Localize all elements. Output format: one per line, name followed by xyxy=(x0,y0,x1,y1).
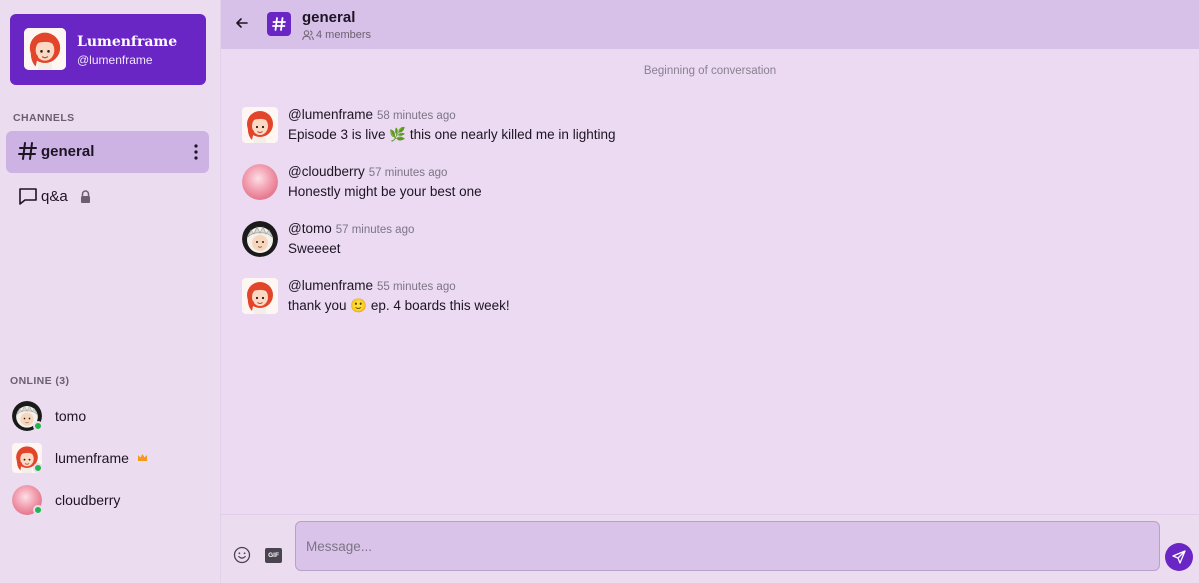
message-item: @lumenframe 58 minutes ago Episode 3 is l… xyxy=(242,107,1142,147)
chat-bubble-icon xyxy=(19,188,37,205)
message-input[interactable] xyxy=(295,521,1160,571)
message-author[interactable]: @cloudberry xyxy=(288,164,365,179)
profile-card[interactable]: Lumenframe @lumenframe xyxy=(10,14,206,85)
more-options-icon[interactable] xyxy=(191,143,201,161)
member-item-cloudberry[interactable]: cloudberry xyxy=(12,485,212,517)
gif-button[interactable]: GIF xyxy=(265,548,282,563)
send-icon xyxy=(1172,550,1186,564)
message-item: @lumenframe 55 minutes ago thank you 🙂 ep… xyxy=(242,278,1142,318)
avatar[interactable] xyxy=(242,278,278,314)
members-icon xyxy=(302,30,314,41)
send-button[interactable] xyxy=(1165,543,1193,571)
online-status-dot xyxy=(33,463,43,473)
channel-label: q&a xyxy=(41,188,68,205)
hash-icon xyxy=(272,17,286,31)
crown-icon xyxy=(138,454,147,461)
message-composer: GIF xyxy=(221,514,1199,583)
avatar[interactable] xyxy=(242,164,278,200)
channels-heading: CHANNELS xyxy=(13,112,75,124)
sidebar: Lumenframe @lumenframe CHANNELS general … xyxy=(0,0,221,583)
hash-icon xyxy=(18,142,37,160)
channel-title: general xyxy=(302,9,356,26)
member-item-lumenframe[interactable]: lumenframe xyxy=(12,443,212,475)
member-count: 4 members xyxy=(316,29,372,41)
member-name: cloudberry xyxy=(55,492,121,508)
channel-item-general[interactable]: general xyxy=(6,131,209,173)
online-status-dot xyxy=(33,421,43,431)
message-timestamp: 57 minutes ago xyxy=(368,167,448,179)
message-item: @cloudberry 57 minutes ago Honestly might… xyxy=(242,164,1142,204)
message-timestamp: 57 minutes ago xyxy=(335,224,415,236)
member-name: lumenframe xyxy=(55,450,129,466)
back-arrow-icon[interactable] xyxy=(235,16,249,30)
avatar[interactable] xyxy=(242,221,278,257)
member-item-tomo[interactable]: tomo xyxy=(12,401,212,433)
emoji-picker-icon[interactable] xyxy=(233,546,251,564)
member-name: tomo xyxy=(55,408,87,424)
online-status-dot xyxy=(33,505,43,515)
message-text: thank you 🙂 ep. 4 boards this week! xyxy=(288,298,510,313)
message-text: Episode 3 is live 🌿 this one nearly kill… xyxy=(288,127,616,142)
profile-handle: @lumenframe xyxy=(77,53,153,67)
online-heading: ONLINE (3) xyxy=(10,375,70,387)
message-timestamp: 55 minutes ago xyxy=(376,281,456,293)
channel-item-qa[interactable]: q&a xyxy=(6,176,209,218)
lock-icon xyxy=(81,190,90,203)
message-list: Beginning of conversation @lumenframe 58 … xyxy=(221,49,1199,514)
conversation-start-label: Beginning of conversation xyxy=(643,65,777,77)
profile-name: Lumenframe xyxy=(77,34,178,50)
channel-label: general xyxy=(41,143,95,160)
message-text: Honestly might be your best one xyxy=(288,184,482,199)
message-item: @tomo 57 minutes ago Sweeeet xyxy=(242,221,1142,261)
message-author[interactable]: @lumenframe xyxy=(288,107,373,122)
channel-header: general 4 members xyxy=(221,0,1199,49)
avatar[interactable] xyxy=(242,107,278,143)
message-author[interactable]: @lumenframe xyxy=(288,278,373,293)
message-text: Sweeeet xyxy=(288,241,341,256)
profile-avatar xyxy=(24,28,66,70)
message-timestamp: 58 minutes ago xyxy=(376,110,456,122)
message-author[interactable]: @tomo xyxy=(288,221,332,236)
channel-hash-badge xyxy=(267,12,291,36)
